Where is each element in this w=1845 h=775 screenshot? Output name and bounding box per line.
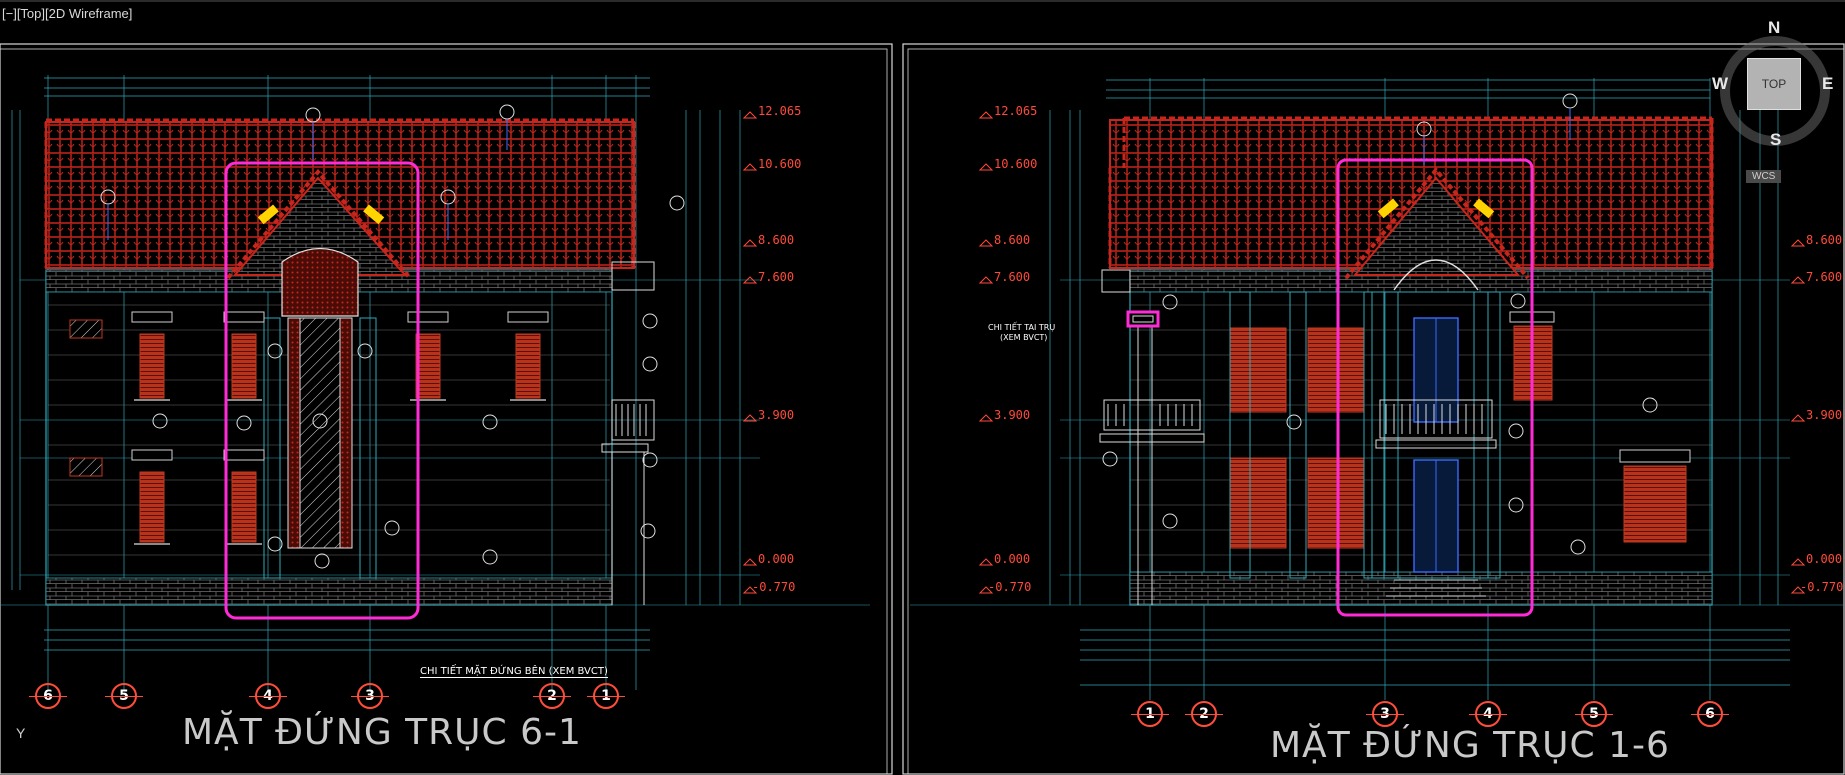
viewcube-top-face[interactable]: TOP (1747, 58, 1801, 110)
grid-bubble-right-6: 6 (1691, 701, 1729, 727)
level-far-right-2: 7.600 (1806, 270, 1843, 284)
grid-bubble-left-1: 1 (587, 683, 625, 709)
level-right-1: 12.065 (994, 104, 1038, 118)
left-detail-note: CHI TIẾT MẶT ĐỨNG BÊN (XEM BVCT) (420, 666, 608, 678)
level-right-4: 7.600 (994, 270, 1031, 284)
grid-bubble-right-5: 5 (1575, 701, 1613, 727)
grid-bubble-right-2: 2 (1185, 701, 1223, 727)
grid-bubble-right-1: 1 (1131, 701, 1169, 727)
level-far-right-1: 8.600 (1806, 233, 1843, 247)
grid-bubble-left-4: 4 (249, 683, 287, 709)
level-right-2: 10.600 (994, 157, 1038, 171)
right-drawing-title: MẶT ĐỨNG TRỤC 1-6 (1270, 725, 1670, 766)
ucs-icon-y: Y (16, 725, 26, 741)
wcs-menu[interactable]: WCS (1746, 170, 1782, 183)
right-elevation[interactable] (910, 78, 1844, 700)
viewcube-east[interactable]: E (1822, 74, 1833, 94)
level-left-1: 12.065 (758, 104, 802, 118)
level-right-6: 0.000 (994, 552, 1031, 566)
left-elevation[interactable] (0, 75, 870, 690)
level-far-right-4: 0.000 (1806, 552, 1843, 566)
level-far-right-3: 3.900 (1806, 408, 1843, 422)
level-right-5: 3.900 (994, 408, 1031, 422)
level-left-4: 7.600 (758, 270, 795, 284)
grid-bubble-left-6: 6 (29, 683, 67, 709)
right-detail-note-1: CHI TIẾT TAI TRỤ (988, 323, 1056, 332)
level-left-6: 0.000 (758, 552, 795, 566)
level-right-7: -0.770 (988, 580, 1032, 594)
viewcube-north[interactable]: N (1768, 18, 1780, 38)
level-left-3: 8.600 (758, 233, 795, 247)
level-left-2: 10.600 (758, 157, 802, 171)
grid-bubble-right-4: 4 (1469, 701, 1507, 727)
level-right-3: 8.600 (994, 233, 1031, 247)
viewcube-south[interactable]: S (1770, 130, 1781, 150)
drawing-canvas[interactable] (0, 0, 1845, 775)
viewcube[interactable]: TOP N W E S WCS (1712, 18, 1838, 183)
level-left-5: 3.900 (758, 408, 795, 422)
grid-bubble-left-2: 2 (533, 683, 571, 709)
level-far-right-5: -0.770 (1800, 580, 1844, 594)
right-detail-note-2: (XEM BVCT) (1000, 333, 1048, 342)
grid-bubble-left-3: 3 (351, 683, 389, 709)
viewcube-west[interactable]: W (1712, 74, 1728, 94)
grid-bubble-right-3: 3 (1366, 701, 1404, 727)
level-left-7: -0.770 (752, 580, 796, 594)
right-windows (1229, 291, 1691, 579)
grid-bubble-left-5: 5 (105, 683, 143, 709)
left-drawing-title: MẶT ĐỨNG TRỤC 6-1 (182, 712, 582, 753)
